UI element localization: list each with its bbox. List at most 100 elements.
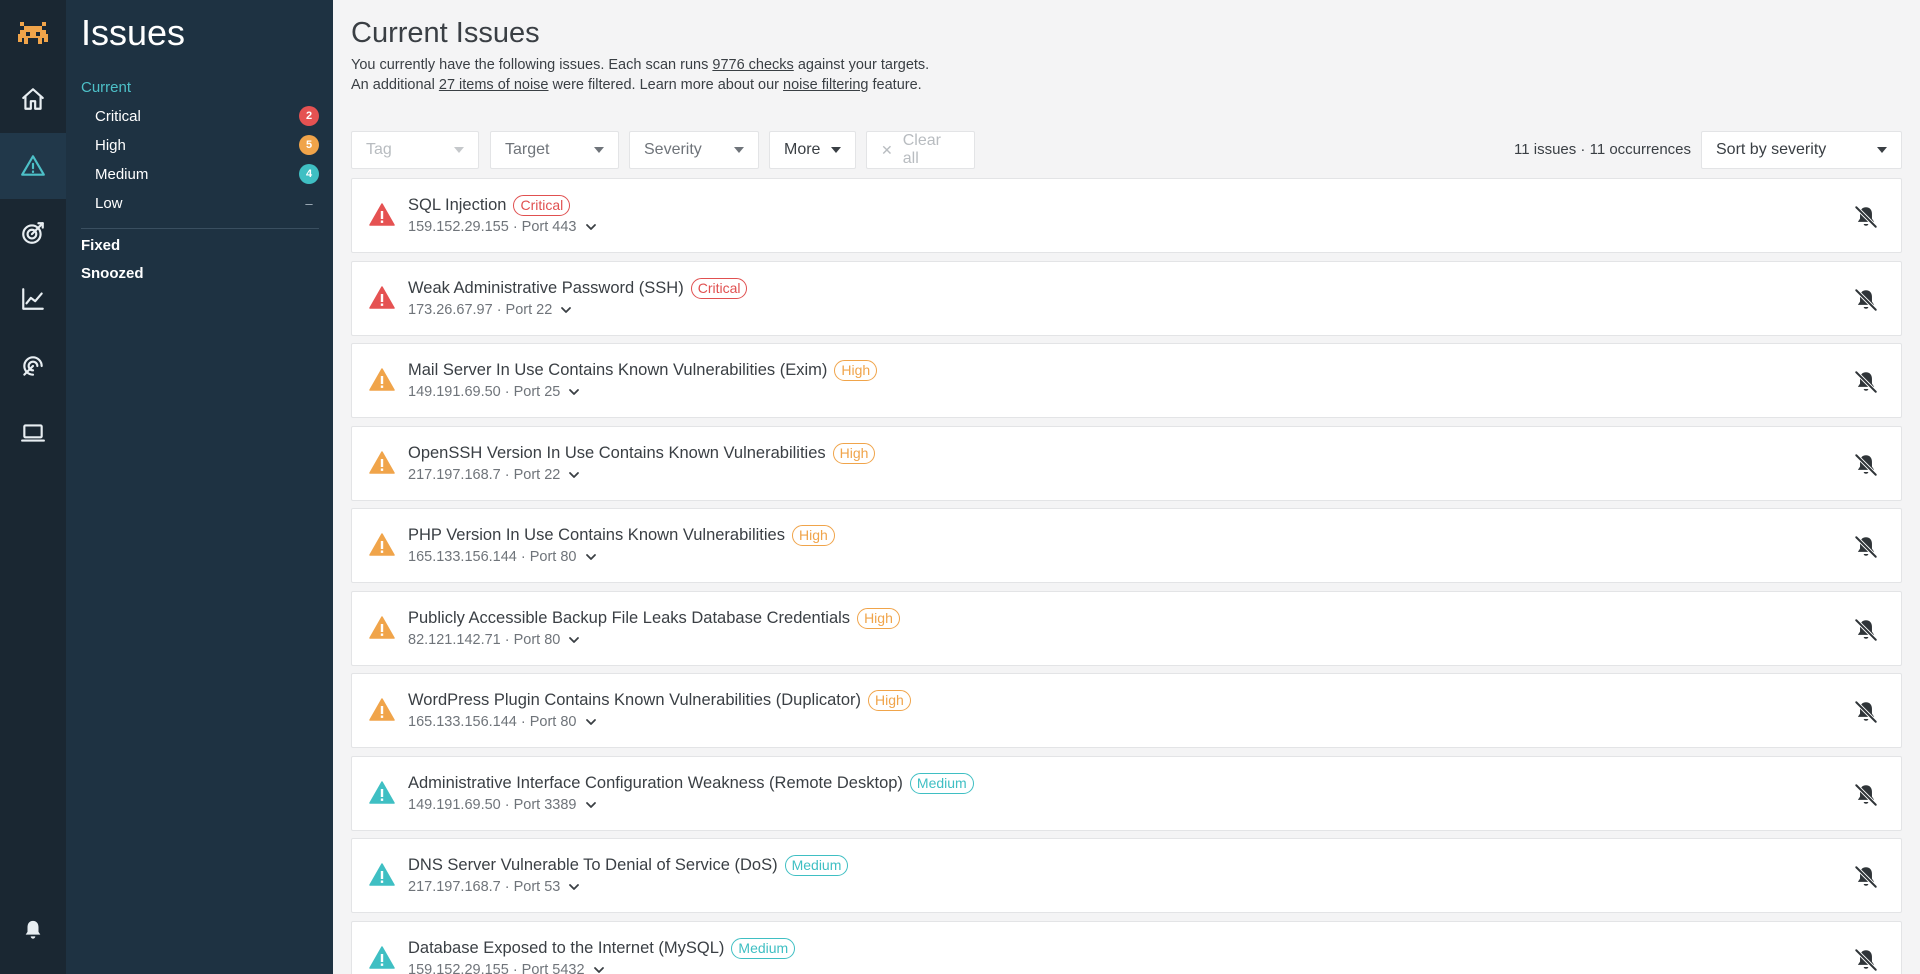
issue-row[interactable]: Publicly Accessible Backup File Leaks Da… <box>351 590 1902 666</box>
clear-all-button[interactable]: ✕ Clear all <box>866 131 975 169</box>
issue-row[interactable]: PHP Version In Use Contains Known Vulner… <box>351 508 1902 583</box>
chevron-down-icon[interactable] <box>585 551 597 563</box>
issue-location: 149.191.69.50 · Port 25 <box>408 384 561 400</box>
severity-filter[interactable]: Severity <box>629 131 759 169</box>
intro-text-segment: against your targets. <box>793 57 930 73</box>
severity-badge: High <box>868 690 911 711</box>
sidebar-item-low[interactable]: Low – <box>95 191 319 215</box>
chevron-down-icon[interactable] <box>560 304 572 316</box>
snooze-icon[interactable] <box>1853 204 1879 230</box>
tag-filter[interactable]: Tag <box>351 131 479 169</box>
issue-title-line: OpenSSH Version In Use Contains Known Vu… <box>408 442 876 464</box>
warning-icon <box>369 698 395 721</box>
issue-row[interactable]: Administrative Interface Configuration W… <box>351 755 1902 831</box>
chevron-down-icon[interactable] <box>568 386 580 398</box>
sidebar-item-snoozed[interactable]: Snoozed <box>81 265 144 282</box>
sidebar-item-high[interactable]: High 5 <box>95 133 319 157</box>
issue-title-line: SQL Injection Critical <box>408 195 571 216</box>
issue-meta: 159.152.29.155 · Port 443 <box>408 219 597 235</box>
noise-items-link[interactable]: 27 items of noise <box>439 77 549 93</box>
issue-title[interactable]: Administrative Interface Configuration W… <box>408 774 903 793</box>
nav-scans[interactable] <box>0 333 66 399</box>
critical-count-badge: 2 <box>299 106 319 126</box>
chevron-down-icon[interactable] <box>585 221 597 233</box>
sort-select[interactable]: Sort by severity <box>1701 131 1902 169</box>
issue-title[interactable]: Publicly Accessible Backup File Leaks Da… <box>408 609 850 628</box>
issue-title[interactable]: DNS Server Vulnerable To Denial of Servi… <box>408 856 778 875</box>
noise-filtering-link[interactable]: noise filtering <box>783 77 868 93</box>
issue-location: 173.26.67.97 · Port 22 <box>408 301 553 318</box>
issue-meta: 165.133.156.144 · Port 80 <box>408 549 597 565</box>
snooze-icon[interactable] <box>1853 947 1879 973</box>
issue-location: 165.133.156.144 · Port 80 <box>408 714 577 730</box>
snooze-icon[interactable] <box>1853 699 1879 725</box>
nav-targets[interactable] <box>0 200 66 266</box>
sort-select-label: Sort by severity <box>1716 141 1827 158</box>
target-icon <box>22 222 44 244</box>
intro-text-segment: An additional <box>351 77 439 93</box>
issue-row[interactable]: WordPress Plugin Contains Known Vulnerab… <box>351 673 1902 748</box>
snooze-icon[interactable] <box>1853 617 1879 643</box>
issue-location: 149.191.69.50 · Port 3389 <box>408 796 577 813</box>
intro-text-segment: were filtered. Learn more about our <box>548 77 784 93</box>
nav-issues[interactable] <box>0 133 66 199</box>
issue-row[interactable]: Mail Server In Use Contains Known Vulner… <box>351 343 1902 418</box>
sidebar-item-label: Critical <box>95 107 141 125</box>
issue-row[interactable]: Weak Administrative Password (SSH) Critic… <box>351 260 1902 336</box>
chevron-down-icon[interactable] <box>568 634 580 646</box>
issue-title[interactable]: OpenSSH Version In Use Contains Known Vu… <box>408 444 826 463</box>
snooze-icon[interactable] <box>1853 864 1879 890</box>
issue-title-line: PHP Version In Use Contains Known Vulner… <box>408 525 835 546</box>
issue-row[interactable]: DNS Server Vulnerable To Denial of Servi… <box>351 838 1902 913</box>
tag-filter-label: Tag <box>366 141 392 158</box>
nav-devices[interactable] <box>0 400 66 466</box>
page-title: Current Issues <box>351 17 540 49</box>
issue-title[interactable]: Mail Server In Use Contains Known Vulner… <box>408 361 827 380</box>
invader-logo-icon[interactable] <box>16 16 50 50</box>
issue-title[interactable]: Database Exposed to the Internet (MySQL) <box>408 939 724 958</box>
issue-location: 82.121.142.71 · Port 80 <box>408 631 561 648</box>
chevron-down-icon[interactable] <box>585 716 597 728</box>
issue-meta: 149.191.69.50 · Port 3389 <box>408 797 597 813</box>
notifications-button[interactable] <box>0 897 66 963</box>
caret-down-icon <box>454 147 464 153</box>
issue-title[interactable]: WordPress Plugin Contains Known Vulnerab… <box>408 691 861 710</box>
target-filter[interactable]: Target <box>490 131 619 169</box>
sidebar-item-medium[interactable]: Medium 4 <box>95 162 319 186</box>
severity-badge: Critical <box>690 277 748 299</box>
nav-home[interactable] <box>0 66 66 132</box>
issue-row[interactable]: Database Exposed to the Internet (MySQL)… <box>351 920 1902 974</box>
chevron-down-icon[interactable] <box>593 964 605 974</box>
sidebar-divider <box>81 228 319 229</box>
more-filter[interactable]: More <box>769 131 856 169</box>
snooze-icon[interactable] <box>1853 452 1879 478</box>
warning-icon <box>21 155 45 176</box>
bell-icon <box>25 920 41 939</box>
chevron-down-icon[interactable] <box>568 469 580 481</box>
sidebar-item-current[interactable]: Current <box>81 79 131 96</box>
main-content: Current Issues You currently have the fo… <box>333 0 1920 974</box>
chevron-down-icon[interactable] <box>585 799 597 811</box>
issue-row[interactable]: OpenSSH Version In Use Contains Known Vu… <box>351 425 1902 501</box>
laptop-icon <box>21 424 45 442</box>
snooze-icon[interactable] <box>1853 782 1879 808</box>
snooze-icon[interactable] <box>1853 287 1879 313</box>
issue-title[interactable]: PHP Version In Use Contains Known Vulner… <box>408 526 785 545</box>
high-count-badge: 5 <box>299 135 319 155</box>
chevron-down-icon[interactable] <box>568 881 580 893</box>
checks-link[interactable]: 9776 checks <box>712 57 793 73</box>
issue-title[interactable]: SQL Injection <box>408 196 506 215</box>
sidebar-item-fixed[interactable]: Fixed <box>81 237 120 254</box>
issue-location: 159.152.29.155 · Port 443 <box>408 219 577 235</box>
nav-reports[interactable] <box>0 266 66 332</box>
snooze-icon[interactable] <box>1853 534 1879 560</box>
issue-title[interactable]: Weak Administrative Password (SSH) <box>408 279 684 298</box>
issue-row[interactable]: SQL Injection Critical 159.152.29.155 · Po… <box>351 178 1902 253</box>
severity-badge: High <box>857 607 900 629</box>
severity-filter-label: Severity <box>644 141 702 158</box>
issue-location: 217.197.168.7 · Port 22 <box>408 466 561 483</box>
issue-title-line: DNS Server Vulnerable To Denial of Servi… <box>408 855 849 876</box>
sidebar-item-critical[interactable]: Critical 2 <box>95 104 319 128</box>
issue-location: 217.197.168.7 · Port 53 <box>408 879 561 895</box>
snooze-icon[interactable] <box>1853 369 1879 395</box>
